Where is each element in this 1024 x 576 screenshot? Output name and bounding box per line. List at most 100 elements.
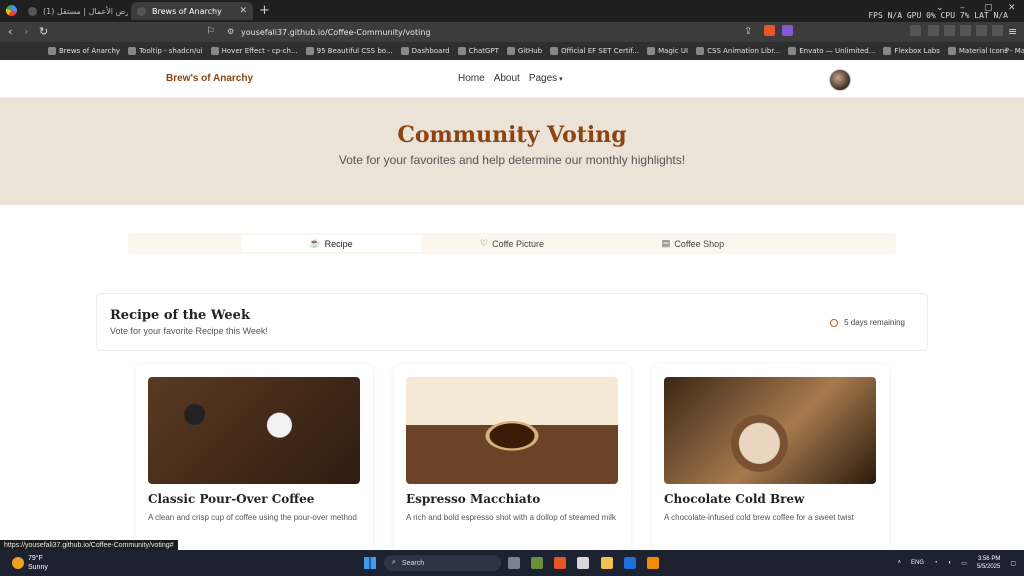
voting-tabs: ☕ Recipe ♡ Coffe Picture ▤ Coffee Shop (128, 233, 896, 254)
coffee-photo (148, 377, 360, 484)
new-tab-button[interactable]: + (259, 3, 270, 18)
weather-desc: Sunny (28, 564, 48, 571)
chevron-down-icon[interactable]: ⌄ (936, 3, 944, 13)
bookmark-item[interactable]: Official EF SET Certif... (550, 47, 639, 55)
wallet-icon[interactable] (960, 25, 971, 36)
recipe-description: A rich and bold espresso shot with a dol… (406, 513, 616, 522)
recipe-title: Chocolate Cold Brew (664, 492, 805, 506)
taskbar-clock[interactable]: 3:56 PM 5/5/2025 (977, 555, 1000, 571)
close-tab-icon[interactable]: ✕ (239, 6, 247, 16)
vpn-icon[interactable] (976, 25, 987, 36)
tab-coffe-picture[interactable]: ♡ Coffe Picture (422, 235, 602, 252)
section-subtitle: Vote for your favorite Recipe this Week! (110, 326, 268, 336)
bookmark-item[interactable]: Brews of Anarchy (48, 47, 120, 55)
store-app-icon[interactable] (577, 557, 589, 569)
brave-shield-icon[interactable] (764, 25, 775, 36)
caret-down-icon: ▾ (557, 76, 563, 83)
file-explorer-icon[interactable] (601, 557, 613, 569)
shield-icon[interactable] (992, 25, 1003, 36)
bookmark-item[interactable]: 95 Beautiful CSS bo... (305, 47, 393, 55)
nav-pages-dropdown[interactable]: Pages ▾ (529, 73, 563, 84)
maximize-icon[interactable]: ▢ (984, 3, 993, 13)
windows-start-icon[interactable] (364, 557, 376, 569)
site-info-icon[interactable]: ⚙ (227, 27, 234, 36)
menu-icon[interactable]: ≡ (1008, 25, 1017, 38)
bookmark-item[interactable]: Dashboard (400, 47, 450, 55)
weather-widget[interactable]: 79°F Sunny (12, 554, 48, 572)
language-indicator[interactable]: ENG (911, 560, 924, 566)
browser-logo-icon (6, 5, 17, 16)
recipe-card[interactable]: Classic Pour-Over Coffee A clean and cri… (136, 364, 373, 564)
bookmark-favicon-icon (210, 47, 219, 55)
nav-links: Home About Pages ▾ (458, 73, 563, 84)
recipe-description: A clean and crisp cup of coffee using th… (148, 513, 357, 522)
extension-icon[interactable] (910, 25, 921, 36)
bookmark-favicon-icon (400, 47, 409, 55)
notification-icon[interactable]: ▢ (1010, 560, 1016, 567)
store-icon: ▤ (661, 238, 671, 248)
section-title: Recipe of the Week (110, 308, 250, 323)
sun-icon (12, 557, 24, 569)
chevron-up-icon[interactable]: ˄ (898, 560, 902, 566)
minimize-icon[interactable]: – (960, 3, 965, 13)
avatar[interactable] (829, 69, 851, 91)
close-window-icon[interactable]: ✕ (1008, 3, 1016, 13)
bookmark-item[interactable]: Magic UI (647, 47, 688, 55)
bookmark-favicon-icon (550, 47, 559, 55)
bookmark-item[interactable]: GitHub (506, 47, 542, 55)
browser-tab-bar: (1) إضافة معرض الأعمال | مستقل Brews of … (0, 0, 1024, 22)
rewards-icon[interactable] (782, 25, 793, 36)
bookmark-favicon-icon (506, 47, 515, 55)
weather-temp: 79°F (28, 555, 43, 562)
tab-recipe[interactable]: ☕ Recipe (241, 235, 421, 252)
browser-tab-mostaql[interactable]: (1) إضافة معرض الأعمال | مستقل (22, 2, 128, 20)
bookmark-favicon-icon (788, 47, 797, 55)
back-icon[interactable]: ‹ (8, 25, 12, 38)
task-view-icon[interactable] (508, 557, 520, 569)
coffee-photo (664, 377, 876, 484)
windows-taskbar: 79°F Sunny ⌕ Search ˄ ENG ◔ ◖ ▭ 3:56 PM … (0, 550, 1024, 576)
bookmark-icon[interactable]: ⚐ (206, 26, 215, 37)
recipe-card[interactable]: Chocolate Cold Brew A chocolate-infused … (652, 364, 889, 564)
bookmark-item[interactable]: Tooltip - shadcn/ui (128, 47, 203, 55)
tab-title: Brews of Anarchy (152, 6, 222, 16)
bookmark-item[interactable]: Flexbox Labs (883, 47, 940, 55)
nav-home-link[interactable]: Home (458, 73, 485, 84)
bookmark-item[interactable]: Envato — Unlimited... (788, 47, 875, 55)
browser-tab-brews[interactable]: Brews of Anarchy ✕ (131, 2, 253, 20)
brave-browser-icon[interactable] (554, 557, 566, 569)
volume-icon[interactable]: ◖ (948, 560, 952, 566)
wifi-icon[interactable]: ◔ (934, 560, 938, 566)
extension-icon[interactable] (928, 25, 939, 36)
recipe-title: Espresso Macchiato (406, 492, 541, 506)
bookmark-favicon-icon (647, 47, 656, 55)
battery-icon[interactable]: ▭ (961, 560, 967, 567)
forward-icon[interactable]: › (24, 25, 28, 38)
tab-favicon-icon (137, 6, 146, 16)
address-toolbar: ‹ › ↻ ⚐ ⚙ yousefali37.github.io/Coffee-C… (0, 22, 1024, 42)
url-field[interactable]: yousefali37.github.io/Coffee-Community/v… (241, 25, 807, 39)
site-brand[interactable]: Brew's of Anarchy (166, 73, 253, 84)
bookmark-favicon-icon (305, 47, 314, 55)
app-icon[interactable] (531, 557, 543, 569)
share-icon[interactable]: ⇪ (744, 26, 752, 37)
nav-about-link[interactable]: About (494, 73, 520, 84)
bookmark-item[interactable]: ChatGPT (457, 47, 499, 55)
heart-icon: ♡ (480, 238, 489, 248)
sidebar-icon[interactable] (944, 25, 955, 36)
recipe-title: Classic Pour-Over Coffee (148, 492, 315, 506)
recipe-card[interactable]: Espresso Macchiato A rich and bold espre… (394, 364, 631, 564)
bookmark-item[interactable]: CSS Animation Libr... (696, 47, 780, 55)
bookmark-item[interactable]: Material Icons - Mat... (947, 47, 1024, 55)
tab-coffee-shop[interactable]: ▤ Coffee Shop (603, 235, 783, 252)
bookmarks-bar: Brews of Anarchy Tooltip - shadcn/ui Hov… (0, 42, 1024, 60)
cup-icon: ☕ (309, 238, 321, 248)
outlook-icon[interactable] (624, 557, 636, 569)
more-bookmarks-icon[interactable]: » (1004, 45, 1010, 55)
bookmark-item[interactable]: Hover Effect - cp-ch... (210, 47, 298, 55)
vlc-icon[interactable] (647, 557, 659, 569)
search-icon: ⌕ (392, 559, 396, 566)
bookmark-favicon-icon (947, 47, 956, 55)
taskbar-search[interactable]: ⌕ Search (384, 555, 501, 571)
reload-icon[interactable]: ↻ (39, 25, 48, 38)
